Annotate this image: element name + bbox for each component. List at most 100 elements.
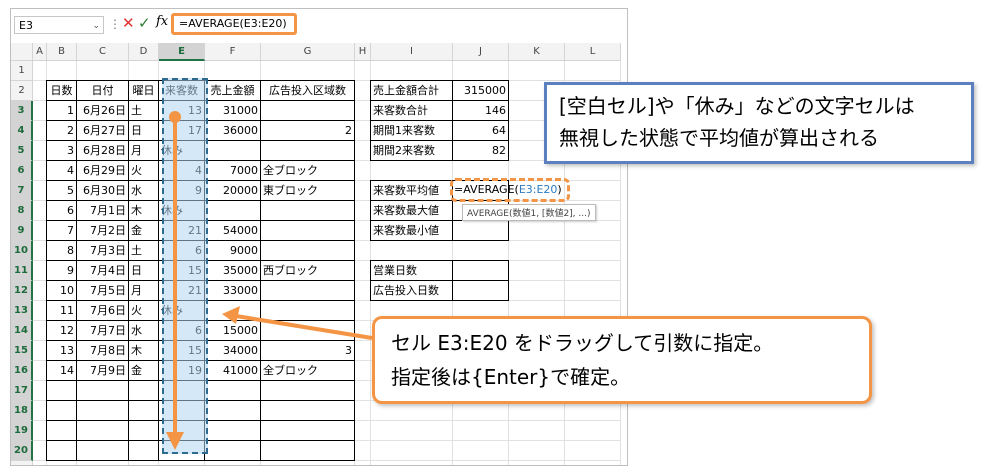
table-cell[interactable]: 7月3日 — [76, 240, 129, 261]
cancel-x-icon[interactable]: ✕ — [122, 14, 135, 32]
grid-cell[interactable] — [355, 181, 371, 201]
grid-cell[interactable] — [355, 421, 371, 441]
table-cell[interactable] — [260, 420, 355, 441]
table-cell[interactable]: 7月6日 — [76, 300, 129, 321]
row-header-3[interactable]: 3 — [11, 101, 33, 121]
grid-cell[interactable] — [33, 301, 47, 321]
column-header-h[interactable]: H — [355, 43, 371, 61]
grid-cell[interactable] — [509, 461, 565, 465]
grid-cell[interactable] — [371, 421, 453, 441]
grid-cell[interactable] — [355, 241, 371, 261]
row-header-4[interactable]: 4 — [11, 121, 33, 141]
table-cell[interactable]: 11 — [46, 300, 77, 321]
chevron-down-icon[interactable]: ⌄ — [92, 17, 100, 35]
summary-value[interactable]: 82 — [452, 140, 509, 161]
grid-cell[interactable] — [371, 161, 453, 181]
table-header-cell[interactable]: 広告投入区域数 — [260, 80, 355, 101]
grid-cell[interactable] — [77, 461, 129, 465]
table-cell[interactable] — [46, 440, 77, 461]
grid-cell[interactable] — [33, 81, 47, 101]
table-cell[interactable]: 木 — [128, 340, 159, 361]
grid-cell[interactable] — [565, 61, 621, 81]
table-cell[interactable]: 2 — [260, 120, 355, 141]
grid-cell[interactable] — [509, 281, 565, 301]
table-cell[interactable]: 月 — [128, 280, 159, 301]
grid-cell[interactable] — [33, 201, 47, 221]
grid-cell[interactable] — [355, 281, 371, 301]
grid-cell[interactable] — [509, 401, 565, 421]
table-cell[interactable]: 5 — [46, 180, 77, 201]
grid-cell[interactable] — [565, 181, 621, 201]
table-cell[interactable]: 金 — [128, 220, 159, 241]
table-cell[interactable]: 41000 — [204, 360, 261, 381]
table-cell[interactable]: 7 — [46, 220, 77, 241]
column-header-c[interactable]: C — [77, 43, 129, 61]
grid-cell[interactable] — [355, 381, 371, 401]
grid-cell[interactable] — [565, 261, 621, 281]
grid-cell[interactable] — [509, 61, 565, 81]
table-cell[interactable]: 36000 — [204, 120, 261, 141]
grid-cell[interactable] — [355, 61, 371, 81]
table-cell[interactable]: 7月5日 — [76, 280, 129, 301]
table-cell[interactable]: 14 — [46, 360, 77, 381]
summary-value[interactable]: 146 — [452, 100, 509, 121]
table-cell[interactable] — [204, 400, 261, 421]
grid-cell[interactable] — [565, 401, 621, 421]
row-header-19[interactable]: 19 — [11, 421, 33, 441]
table-cell[interactable]: 6 — [46, 200, 77, 221]
table-cell[interactable]: 水 — [128, 320, 159, 341]
table-cell[interactable] — [158, 420, 205, 441]
grid-cell[interactable] — [565, 241, 621, 261]
summary-label[interactable]: 来客数平均値 — [370, 180, 453, 201]
table-cell[interactable]: 7月2日 — [76, 220, 129, 241]
table-cell[interactable]: 土 — [128, 240, 159, 261]
table-cell[interactable]: 7月9日 — [76, 360, 129, 381]
table-cell[interactable]: 19 — [158, 360, 205, 381]
grid-cell[interactable] — [355, 301, 371, 321]
table-cell[interactable]: 全ブロック — [260, 160, 355, 181]
table-cell[interactable]: 34000 — [204, 340, 261, 361]
grid-cell[interactable] — [355, 261, 371, 281]
summary-label[interactable]: 期間1来客数 — [370, 120, 453, 141]
grid-cell[interactable] — [33, 281, 47, 301]
grid-cell[interactable] — [261, 61, 355, 81]
row-header-20[interactable]: 20 — [11, 441, 33, 461]
fx-icon[interactable]: fx — [156, 14, 168, 29]
table-cell[interactable] — [260, 100, 355, 121]
grid-cell[interactable] — [355, 161, 371, 181]
table-cell[interactable] — [158, 380, 205, 401]
table-cell[interactable]: 17 — [158, 120, 205, 141]
grid-cell[interactable] — [371, 61, 453, 81]
grid-cell[interactable] — [205, 461, 261, 465]
summary-label[interactable]: 営業日数 — [370, 260, 453, 281]
grid-cell[interactable] — [33, 441, 47, 461]
table-cell[interactable]: 15000 — [204, 320, 261, 341]
summary-value[interactable] — [452, 280, 509, 301]
row-header-6[interactable]: 6 — [11, 161, 33, 181]
table-cell[interactable]: 54000 — [204, 220, 261, 241]
summary-label[interactable]: 売上金額合計 — [370, 80, 453, 101]
grid-cell[interactable] — [77, 61, 129, 81]
row-header-15[interactable]: 15 — [11, 341, 33, 361]
grid-cell[interactable] — [159, 61, 205, 81]
summary-label[interactable]: 来客数合計 — [370, 100, 453, 121]
grid-cell[interactable] — [47, 61, 77, 81]
grid-cell[interactable] — [355, 341, 371, 361]
grid-cell[interactable] — [47, 461, 77, 465]
row-header-13[interactable]: 13 — [11, 301, 33, 321]
table-cell[interactable]: 火 — [128, 300, 159, 321]
column-header-i[interactable]: I — [371, 43, 453, 61]
column-header-f[interactable]: F — [205, 43, 261, 61]
table-cell[interactable]: 3 — [46, 140, 77, 161]
column-header-b[interactable]: B — [47, 43, 77, 61]
grid-cell[interactable] — [565, 461, 621, 465]
table-cell[interactable]: 金 — [128, 360, 159, 381]
summary-value[interactable] — [452, 260, 509, 281]
table-cell[interactable]: 西ブロック — [260, 260, 355, 281]
table-cell[interactable] — [204, 140, 261, 161]
table-cell[interactable]: 東ブロック — [260, 180, 355, 201]
grid-cell[interactable] — [453, 421, 509, 441]
row-header-7[interactable]: 7 — [11, 181, 33, 201]
table-cell[interactable] — [260, 380, 355, 401]
table-cell[interactable]: 15 — [158, 260, 205, 281]
